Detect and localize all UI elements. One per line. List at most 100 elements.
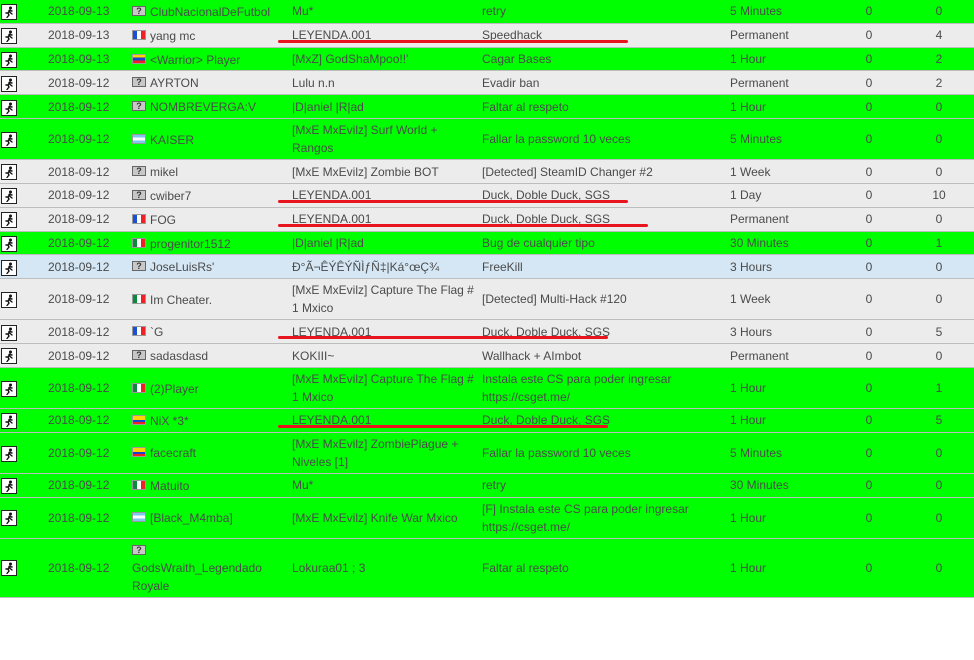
ban-row[interactable]: 2018-09-12 NiX *3* LEYENDA.001 Duck, Dob… — [0, 408, 974, 433]
player-cell[interactable]: ? JoseLuisRs' — [128, 255, 288, 280]
ban-row[interactable]: 2018-09-12 ? cwiber7 LEYENDA.001 Duck, Do… — [0, 183, 974, 208]
player-cell[interactable]: ? ClubNacionalDeFutbol — [128, 0, 288, 24]
mod-icon-cell — [0, 320, 18, 345]
player-cell[interactable]: ? sadasdasd — [128, 344, 288, 368]
count-a: 0 — [834, 47, 904, 72]
count-a: 0 — [834, 95, 904, 120]
count-b: 5 — [904, 320, 974, 345]
ban-reason: Fallar la password 10 veces — [478, 432, 726, 474]
admin-running-man-icon[interactable] — [1, 212, 17, 229]
ban-length: 30 Minutes — [726, 473, 834, 498]
player-cell[interactable]: yang mc — [128, 23, 288, 48]
player-cell[interactable]: facecraft — [128, 432, 288, 474]
admin-name: Ð°Ã¬ÊÝÊÝÑÌƒÑ‡|Ká°œÇ¾ — [288, 255, 478, 280]
admin-running-man-icon[interactable] — [1, 131, 17, 148]
ban-row[interactable]: 2018-09-12 ? NOMBREVERGA:V |D|aniel |R|ad… — [0, 95, 974, 120]
admin-running-man-icon[interactable] — [1, 292, 17, 309]
admin-running-man-icon[interactable] — [1, 348, 17, 365]
ban-date: 2018-09-12 — [18, 231, 128, 256]
ban-row[interactable]: 2018-09-12 Matuito Mu* retry 30 Minutes … — [0, 473, 974, 498]
ban-reason: Duck, Doble Duck, SGS — [478, 320, 726, 345]
player-cell[interactable]: NiX *3* — [128, 408, 288, 433]
ban-row[interactable]: 2018-09-12 ? GodsWraith_Legendado Royale … — [0, 538, 974, 598]
player-cell[interactable]: ? AYRTON — [128, 71, 288, 96]
count-b: 0 — [904, 497, 974, 539]
ban-reason: Fallar la password 10 veces — [478, 119, 726, 161]
ban-date: 2018-09-12 — [18, 473, 128, 498]
ban-row[interactable]: 2018-09-13 yang mc LEYENDA.001 Speedhack… — [0, 23, 974, 48]
ban-row[interactable]: 2018-09-13 <Warrior> Player [MxZ] GodSha… — [0, 47, 974, 72]
player-cell[interactable]: ? GodsWraith_Legendado Royale — [128, 538, 288, 598]
admin-running-man-icon[interactable] — [1, 510, 17, 527]
admin-running-man-icon[interactable] — [1, 75, 17, 92]
ban-row[interactable]: 2018-09-12 Im Cheater. [MxE MxEvilz] Cap… — [0, 279, 974, 321]
ban-row[interactable]: 2018-09-13 ? ClubNacionalDeFutbol Mu* ret… — [0, 0, 974, 24]
ban-row[interactable]: 2018-09-12 [Black_M4mba] [MxE MxEvilz] K… — [0, 497, 974, 539]
admin-running-man-icon[interactable] — [1, 99, 17, 116]
ban-row[interactable]: 2018-09-12 (2)Player [MxE MxEvilz] Captu… — [0, 367, 974, 409]
ban-row[interactable]: 2018-09-12 ? AYRTON Lulu n.n Evadir ban P… — [0, 71, 974, 96]
player-cell[interactable]: Matuito — [128, 473, 288, 498]
player-name: Matuito — [150, 478, 190, 493]
ban-row[interactable]: 2018-09-12 facecraft [MxE MxEvilz] Zombi… — [0, 432, 974, 474]
player-name: <Warrior> Player — [150, 52, 241, 67]
player-name: AYRTON — [150, 76, 199, 91]
player-cell[interactable]: ? cwiber7 — [128, 183, 288, 208]
player-cell[interactable]: ? NOMBREVERGA:V — [128, 95, 288, 120]
admin-name: LEYENDA.001 — [288, 320, 478, 345]
ban-length: 1 Hour — [726, 408, 834, 433]
ban-row[interactable]: 2018-09-12 progenitor1512 |D|aniel |R|ad… — [0, 231, 974, 256]
mod-icon-cell — [0, 231, 18, 256]
player-cell[interactable]: <Warrior> Player — [128, 47, 288, 72]
country-flag-icon: ? — [132, 350, 146, 361]
admin-name: Lokuraa01 ; 3 — [288, 538, 478, 598]
admin-running-man-icon[interactable] — [1, 560, 17, 577]
admin-running-man-icon[interactable] — [1, 164, 17, 181]
admin-running-man-icon[interactable] — [1, 4, 17, 21]
admin-running-man-icon[interactable] — [1, 28, 17, 45]
admin-running-man-icon[interactable] — [1, 324, 17, 341]
ban-row[interactable]: 2018-09-12 KAISER [MxE MxEvilz] Surf Wor… — [0, 119, 974, 161]
count-a: 0 — [834, 183, 904, 208]
ban-row[interactable]: 2018-09-12 FOG LEYENDA.001 Duck, Doble D… — [0, 207, 974, 232]
ban-reason: Faltar al respeto — [478, 538, 726, 598]
admin-running-man-icon[interactable] — [1, 445, 17, 462]
player-cell[interactable]: Im Cheater. — [128, 279, 288, 321]
player-cell[interactable]: (2)Player — [128, 367, 288, 409]
mod-icon-cell — [0, 432, 18, 474]
ban-row[interactable]: 2018-09-12 ? sadasdasd KOKIII~ Wallhack +… — [0, 344, 974, 368]
ban-row[interactable]: 2018-09-12 ? mikel [MxE MxEvilz] Zombie B… — [0, 160, 974, 184]
count-a: 0 — [834, 367, 904, 409]
player-name: NiX *3* — [150, 413, 189, 428]
admin-running-man-icon[interactable] — [1, 188, 17, 205]
player-cell[interactable]: `G — [128, 320, 288, 345]
admin-name: [MxE MxEvilz] Capture The Flag # 1 Mxico — [288, 367, 478, 409]
player-cell[interactable]: FOG — [128, 207, 288, 232]
admin-name: [MxE MxEvilz] Capture The Flag # 1 Mxico — [288, 279, 478, 321]
ban-reason: Evadir ban — [478, 71, 726, 96]
player-cell[interactable]: ? mikel — [128, 160, 288, 184]
player-name: yang mc — [150, 28, 196, 43]
admin-running-man-icon[interactable] — [1, 51, 17, 68]
player-name: FOG — [150, 212, 176, 227]
player-cell[interactable]: [Black_M4mba] — [128, 497, 288, 539]
mod-icon-cell — [0, 207, 18, 232]
ban-length: 5 Minutes — [726, 119, 834, 161]
admin-running-man-icon[interactable] — [1, 380, 17, 397]
admin-running-man-icon[interactable] — [1, 235, 17, 252]
player-cell[interactable]: KAISER — [128, 119, 288, 161]
admin-running-man-icon[interactable] — [1, 478, 17, 494]
ban-length: 3 Hours — [726, 255, 834, 280]
count-b: 0 — [904, 119, 974, 161]
ban-date: 2018-09-12 — [18, 71, 128, 96]
admin-running-man-icon[interactable] — [1, 259, 17, 276]
count-a: 0 — [834, 497, 904, 539]
ban-row[interactable]: 2018-09-12 ? JoseLuisRs' Ð°Ã¬ÊÝÊÝÑÌƒÑ‡|Ká… — [0, 255, 974, 280]
player-name: (2)Player — [150, 381, 199, 396]
ban-date: 2018-09-12 — [18, 320, 128, 345]
ban-date: 2018-09-12 — [18, 344, 128, 368]
ban-row[interactable]: 2018-09-12 `G LEYENDA.001 Duck, Doble Du… — [0, 320, 974, 345]
player-cell[interactable]: progenitor1512 — [128, 231, 288, 256]
count-b: 0 — [904, 279, 974, 321]
admin-running-man-icon[interactable] — [1, 413, 17, 430]
